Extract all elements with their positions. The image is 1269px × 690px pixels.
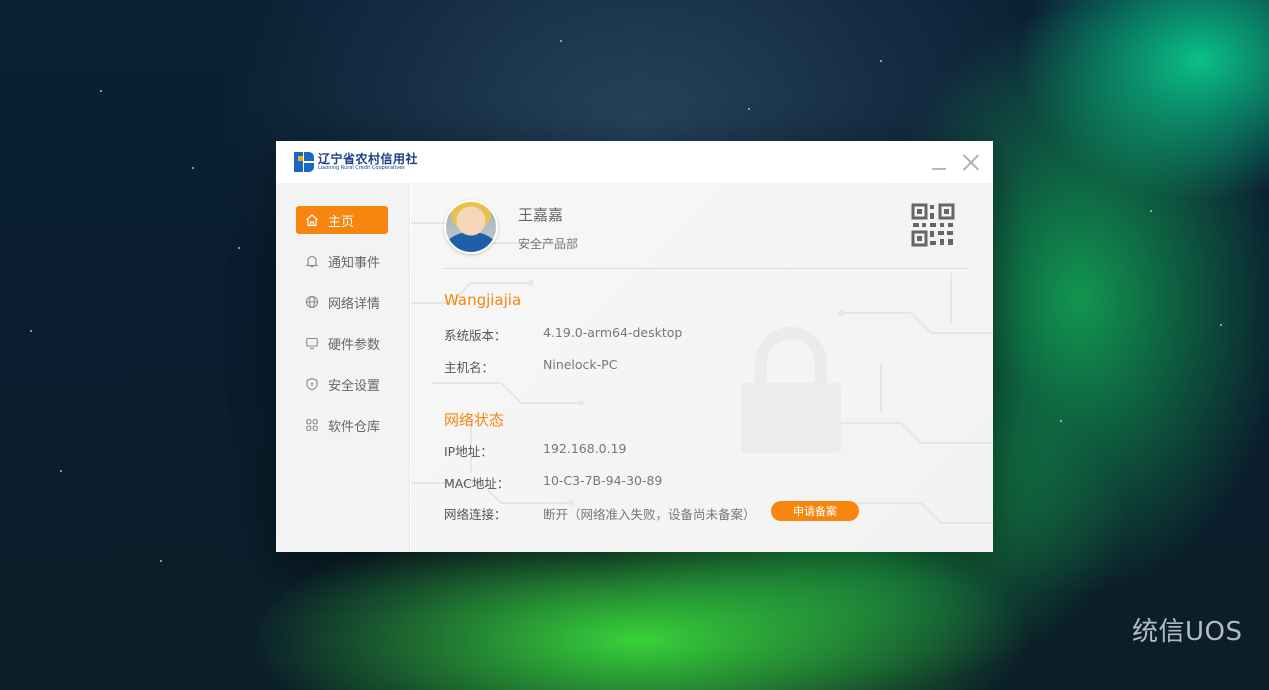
app-window: 辽宁省农村信用社 Liaoning Rural Credit Cooperati… <box>276 141 993 552</box>
sidebar-item-security[interactable]: 安全设置 <box>296 370 388 398</box>
hostname-value: Ninelock-PC <box>543 357 618 372</box>
titlebar: 辽宁省农村信用社 Liaoning Rural Credit Cooperati… <box>276 141 993 183</box>
circuit-lock-background <box>411 222 993 524</box>
header-divider <box>443 268 969 269</box>
shield-icon <box>305 377 319 391</box>
bell-icon <box>305 254 319 268</box>
ip-value: 192.168.0.19 <box>543 441 627 456</box>
mac-label: MAC地址： <box>444 476 510 491</box>
avatar <box>444 200 498 254</box>
logo-icon <box>294 152 314 172</box>
sidebar-item-network[interactable]: 网络详情 <box>296 288 388 316</box>
logo-text-en: Liaoning Rural Credit Cooperatives <box>318 164 405 171</box>
main-panel: 王嘉嘉 安全产品部 Wangjiajia 系统版本： 4.19.0-arm64-… <box>411 183 993 552</box>
apply-registration-button[interactable]: 申请备案 <box>771 501 859 521</box>
user-name: 王嘉嘉 <box>518 206 564 224</box>
sidebar: 主页 通知事件 网络详情 硬件参数 安全设置 软件仓库 <box>276 183 410 552</box>
hostname-label: 主机名： <box>444 360 495 375</box>
system-section-title: Wangjiajia <box>444 291 522 309</box>
network-section-title: 网络状态 <box>444 411 505 429</box>
app-logo: 辽宁省农村信用社 Liaoning Rural Credit Cooperati… <box>294 152 418 172</box>
logo-text-cn: 辽宁省农村信用社 <box>318 151 419 166</box>
uos-watermark: 统信UOS <box>1132 617 1243 647</box>
sidebar-item-home[interactable]: 主页 <box>296 206 388 234</box>
home-icon <box>305 213 319 227</box>
sidebar-item-label: 硬件参数 <box>328 337 381 353</box>
user-department: 安全产品部 <box>518 237 579 251</box>
mac-value: 10-C3-7B-94-30-89 <box>543 473 663 488</box>
sidebar-item-label: 主页 <box>328 214 355 230</box>
connection-label: 网络连接： <box>444 507 507 522</box>
minimize-button[interactable] <box>928 151 950 173</box>
ip-label: IP地址： <box>444 444 493 459</box>
sidebar-item-software[interactable]: 软件仓库 <box>296 411 388 439</box>
sidebar-item-notifications[interactable]: 通知事件 <box>296 247 388 275</box>
globe-icon <box>305 295 319 309</box>
sidebar-item-label: 网络详情 <box>328 296 381 312</box>
sidebar-item-label: 安全设置 <box>328 378 381 394</box>
grid-icon <box>305 418 319 432</box>
sidebar-item-hardware[interactable]: 硬件参数 <box>296 329 388 357</box>
sidebar-item-label: 通知事件 <box>328 255 381 271</box>
close-button[interactable] <box>960 151 982 173</box>
monitor-icon <box>305 336 319 350</box>
sidebar-item-label: 软件仓库 <box>328 419 381 435</box>
connection-value: 断开（网络准入失败，设备尚未备案） <box>543 507 756 522</box>
qr-code-icon[interactable] <box>911 203 955 247</box>
version-value: 4.19.0-arm64-desktop <box>543 325 683 340</box>
version-label: 系统版本： <box>444 328 507 343</box>
